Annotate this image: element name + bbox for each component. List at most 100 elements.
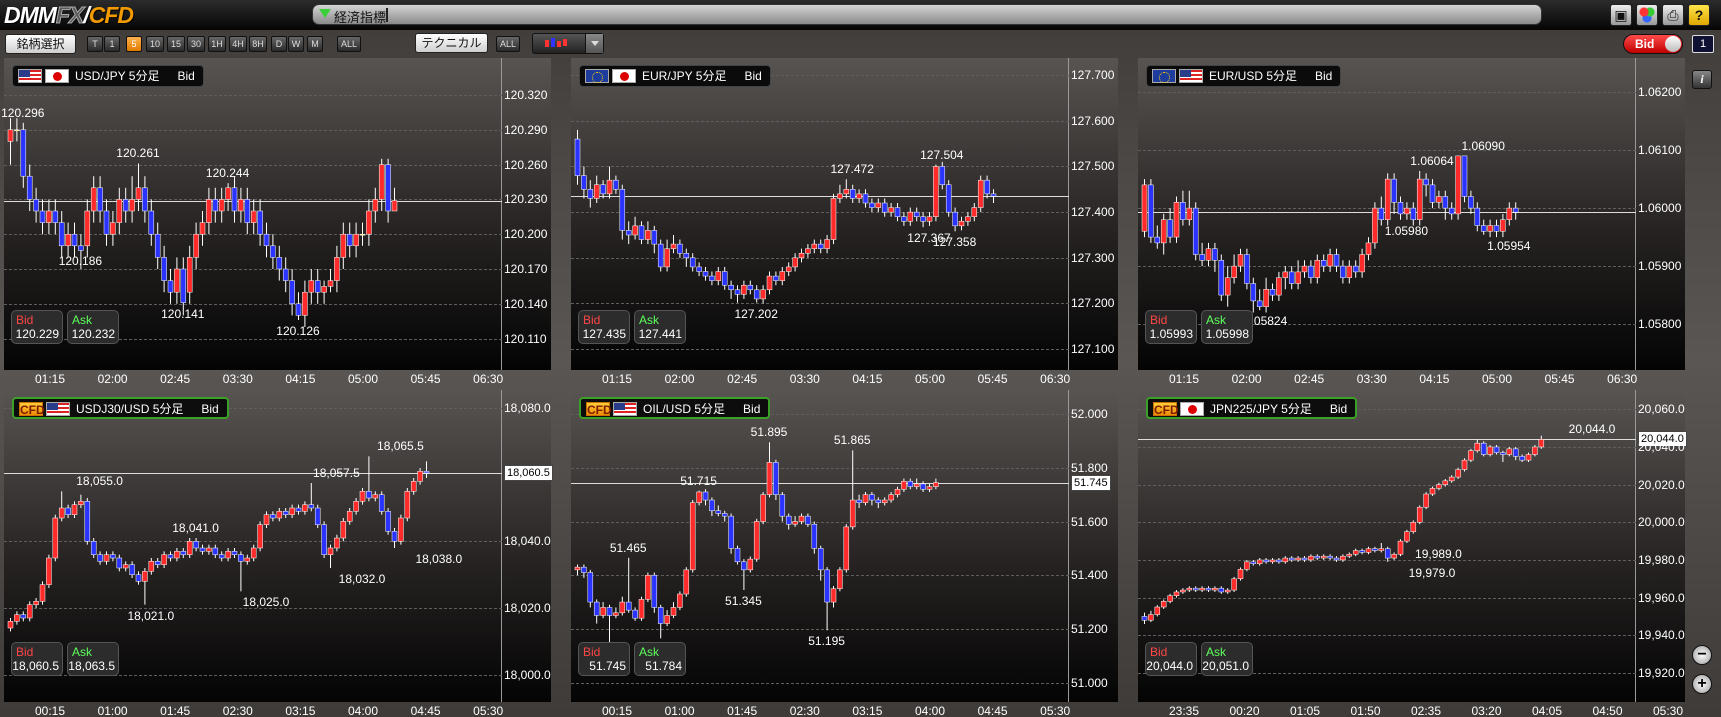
candle — [958, 216, 965, 231]
price-annotation: 1.05954 — [1487, 238, 1531, 253]
candle-body — [334, 537, 340, 549]
timeframe-button-8h[interactable]: 8H — [249, 36, 267, 52]
candle-body — [1493, 446, 1500, 453]
chart-type-dropdown[interactable] — [532, 33, 604, 54]
bid-price: 120.229 — [15, 327, 59, 341]
candle — [696, 262, 702, 277]
timeframe-button-t[interactable]: T — [87, 36, 103, 52]
timeframe-button-w[interactable]: W — [288, 36, 304, 52]
chart-header-usdjpy[interactable]: USD/JPY 5分足 Bid — [12, 65, 204, 87]
timeframe-button-10[interactable]: 10 — [146, 36, 164, 52]
print-icon[interactable]: ⎙ — [1662, 4, 1684, 26]
chart-panel-eurusd[interactable]: 1.06064 1.06090 1.05980 1.05824 1.05954 EUR/U… — [1138, 58, 1685, 370]
candle — [46, 554, 52, 588]
ask-quote-box[interactable]: Ask 120.232 — [67, 310, 119, 344]
timeframe-button-1h[interactable]: 1H — [208, 36, 226, 52]
candle — [747, 280, 754, 295]
timeframe-button-d[interactable]: D — [271, 36, 287, 52]
candle — [1160, 599, 1167, 609]
candle-body — [161, 554, 167, 565]
candle — [709, 271, 715, 286]
bid-ask-toggle[interactable]: Bid — [1623, 34, 1683, 54]
time-axis-eurjpy: 01:15 02:00 02:45 03:30 04:15 05:00 05:45 06:30 — [571, 370, 1118, 388]
candle — [302, 280, 308, 327]
plot-area[interactable]: 1.06064 1.06090 1.05980 1.05824 1.05954 EUR/U… — [1138, 58, 1636, 370]
camera-icon[interactable]: ▣ — [1610, 4, 1632, 26]
candle-body — [1429, 184, 1436, 203]
candle-body — [289, 280, 295, 305]
ask-quote-box[interactable]: Ask 51.784 — [634, 642, 686, 676]
timeframe-button-4h[interactable]: 4H — [229, 36, 247, 52]
bid-quote-box[interactable]: Bid 120.229 — [11, 310, 63, 344]
plot-area[interactable]: 51.46551.71551.89551.86551.14551.16551.3… — [571, 390, 1069, 702]
candle-body — [952, 211, 958, 227]
plot-area[interactable]: 19,989.0 19,979.0 20,044.0 CFD JPN225/JPY 5分… — [1138, 390, 1636, 702]
chart-panel-oilusd[interactable]: 51.46551.71551.89551.86551.14551.16551.3… — [571, 390, 1118, 702]
timeframe-button-m[interactable]: M — [307, 36, 323, 52]
candle-body — [327, 547, 334, 555]
ask-quote-box[interactable]: Ask 20,051.0 — [1201, 642, 1253, 676]
timeframe-button-1[interactable]: 1 — [104, 36, 120, 52]
timeframe-button-30[interactable]: 30 — [187, 36, 205, 52]
technical-button[interactable]: テクニカル — [415, 33, 488, 53]
candle — [1141, 612, 1148, 624]
chart-header-oilusd[interactable]: CFD OIL/USD 5分足 Bid — [579, 397, 771, 419]
timeframe-button-5[interactable]: 5 — [126, 36, 142, 52]
candle-body — [645, 230, 651, 240]
zoom-in-icon[interactable]: + — [1692, 674, 1712, 694]
help-icon[interactable]: ? — [1688, 4, 1710, 26]
price-annotation: 127.358 — [932, 235, 977, 250]
zoom-out-icon[interactable]: − — [1692, 645, 1712, 665]
candle — [218, 187, 225, 223]
candle — [1532, 445, 1538, 457]
jp-flag-icon — [1180, 402, 1204, 416]
candle — [747, 556, 754, 573]
chart-header-eurusd[interactable]: EUR/USD 5分足 Bid — [1146, 65, 1342, 87]
chart-panel-eurjpy[interactable]: 127.472 127.504 127.202 127.367 127.358 EUR/J… — [571, 58, 1118, 370]
bid-quote-box[interactable]: Bid 1.05993 — [1145, 310, 1197, 344]
candle — [894, 203, 901, 222]
ask-quote-box[interactable]: Ask 1.05998 — [1201, 310, 1253, 344]
chart-header-jpn225[interactable]: CFD JPN225/JPY 5分足 Bid — [1146, 397, 1358, 419]
candle — [1205, 586, 1212, 592]
price-annotation: 51.465 — [609, 540, 647, 555]
chart-header-usdj30[interactable]: CFD USDJ30/USD 5分足 Bid — [12, 397, 229, 419]
info-icon[interactable]: i — [1692, 70, 1712, 89]
candle-body — [869, 202, 875, 208]
time-tick: 04:15 — [852, 372, 883, 386]
economic-indicator-ticker[interactable]: 経済指標 — [312, 4, 1542, 25]
candle-body — [302, 504, 308, 512]
bid-quote-box[interactable]: Bid 51.745 — [578, 642, 630, 676]
technical-all-button[interactable]: ALL — [496, 36, 520, 52]
plot-area[interactable]: 18,055.0 18,041.0 18,057.5 18,065.5 18,021.0… — [4, 390, 502, 702]
timeframe-button-15[interactable]: 15 — [167, 36, 185, 52]
symbol-select-button[interactable]: 銘柄選択 — [5, 34, 76, 54]
candle — [574, 564, 581, 576]
candle-body — [1391, 554, 1397, 559]
candle — [581, 564, 587, 578]
candle-body — [1295, 557, 1301, 561]
chart-panel-usdj30[interactable]: 18,055.0 18,041.0 18,057.5 18,065.5 18,021.0… — [4, 390, 553, 702]
chart-panel-jpn225[interactable]: 19,989.0 19,979.0 20,044.0 CFD JPN225/JPY 5分… — [1138, 390, 1687, 702]
candle-body — [14, 129, 20, 132]
candle-body — [1442, 196, 1449, 209]
bid-quote-box[interactable]: Bid 127.435 — [578, 310, 630, 344]
ask-quote-box[interactable]: Ask 127.441 — [634, 310, 686, 344]
candle — [606, 166, 613, 199]
candle — [600, 180, 606, 199]
candle — [1186, 586, 1193, 592]
candle — [250, 199, 257, 235]
candle-body — [1448, 207, 1455, 215]
color-settings-icon[interactable] — [1636, 4, 1658, 26]
timeframe-all-button[interactable]: ALL — [337, 36, 361, 52]
bid-quote-box[interactable]: Bid 20,044.0 — [1145, 642, 1197, 676]
bid-quote-box[interactable]: Bid 18,060.5 — [11, 642, 63, 676]
chart-header-eurjpy[interactable]: EUR/JPY 5分足 Bid — [579, 65, 771, 87]
candle — [1346, 552, 1353, 559]
candle-body — [244, 199, 251, 223]
chart-panel-usdjpy[interactable]: 120.296 120.261 120.244 120.186 120.141 120.1… — [1, 58, 551, 370]
plot-area[interactable]: 120.296 120.261 120.244 120.186 120.141 120.1… — [1, 58, 502, 370]
ask-quote-box[interactable]: Ask 18,063.5 — [67, 642, 119, 676]
layout-button[interactable]: 1 — [1692, 35, 1714, 53]
plot-area[interactable]: 127.472 127.504 127.202 127.367 127.358 EUR/J… — [571, 58, 1069, 370]
